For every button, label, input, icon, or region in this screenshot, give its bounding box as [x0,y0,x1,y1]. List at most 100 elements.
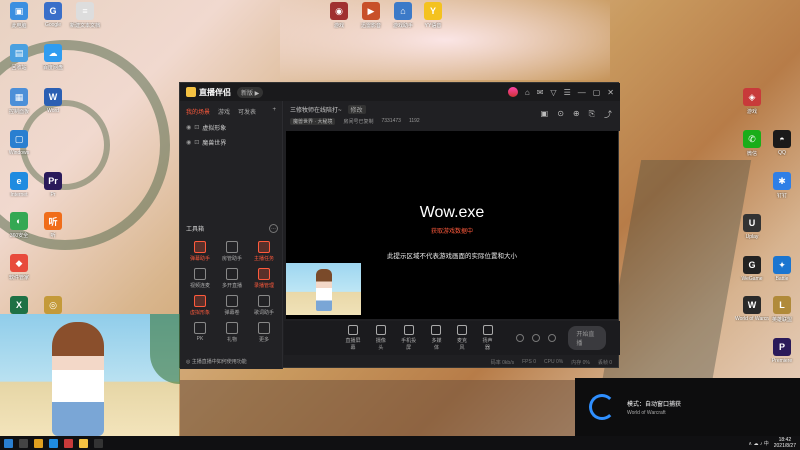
desktop-icon-d28[interactable]: L 英雄联盟 [765,296,799,323]
desktop-icon-d4[interactable]: ▤ 回收站 [2,44,36,71]
game-icon[interactable] [94,438,103,448]
eye-icon[interactable]: ◉ [186,139,191,146]
desktop-icon-d9[interactable]: e Internet [2,172,36,198]
tool-item[interactable]: 更多 [248,322,280,343]
desktop-icon-d7[interactable]: W Word [36,88,70,114]
desktop-icon-d12[interactable]: 听听 [36,212,70,239]
record-icon[interactable] [516,334,525,342]
tool-item[interactable]: 弹幕助手 [184,241,216,262]
tab-game[interactable]: 游戏 [218,107,230,116]
tool-item[interactable]: 歌词助手 [248,295,280,316]
streaming-app-taskbar-icon[interactable] [79,438,88,448]
camera-button[interactable]: 摄像头 [374,325,388,351]
desktop-icon-d2[interactable]: G Google [36,2,70,28]
tool-icon [226,295,238,307]
search-icon[interactable] [19,438,28,448]
bell-icon[interactable]: ⎘ [589,109,595,120]
lock-icon[interactable]: ⊡ [194,139,199,146]
tool-item[interactable]: PK [184,322,216,343]
gift-icon[interactable]: ▣ [541,109,549,120]
start-live-button[interactable]: 开始直播 [568,326,606,350]
more-tools-button[interactable]: … [269,224,278,233]
mute-icon[interactable] [532,334,541,342]
media-button[interactable]: 多媒体 [430,325,444,351]
add-scene-button[interactable]: + [272,107,276,116]
help-link[interactable]: ◎ 主播直播中如何使用功能 [186,358,247,365]
app-shortcut-icon: ▶ [362,2,380,20]
version-badge[interactable]: 新版 ▶ [237,86,264,98]
desktop-icon-d21[interactable]: ◓ QQ [765,130,799,156]
desktop-icon-d20[interactable]: ◈ 游戏 [735,88,769,115]
desktop-icon-d29[interactable]: P Premiere [765,338,799,364]
settings-icon[interactable]: ⊕ [573,109,580,120]
streaming-app-window: 直播伴侣 新版 ▶ ⌂ ✉ ▽ ☰ — ▢ ✕ 我的场景 游戏 可发表 + ◉ … [179,82,620,369]
app-logo: 直播伴侣 [186,87,231,98]
tray-icons[interactable]: ∧ ☁ ♪ 中 [748,440,768,447]
tool-item[interactable]: 房管助手 [216,241,248,262]
app-shortcut-icon: Pr [44,172,62,190]
maximize-button[interactable]: ▢ [593,88,601,97]
category-selector[interactable]: 魔兽世界 · 大秘境 [290,118,336,125]
speaker-button[interactable]: 扬声器 [481,325,495,351]
microphone-button[interactable]: 麦克风 [455,325,469,351]
tab-publish[interactable]: 可发表 [238,107,256,116]
desktop-icon-d27[interactable]: W World of Warcraft [735,296,769,322]
desktop-icon-label: 控制面板 [8,109,29,115]
avatar[interactable] [507,87,518,97]
desktop-icon-d22[interactable]: ✆ 微信 [735,130,769,157]
gear-icon[interactable] [548,334,557,342]
desktop-icon-d11[interactable]: ◐ 360安全 [2,212,36,239]
desktop-icon-d6[interactable]: ▦ 控制面板 [2,88,36,115]
tool-item[interactable]: 多开直播 [216,268,248,289]
lock-icon[interactable]: ⊡ [194,124,199,131]
tool-item[interactable]: 弹幕卷 [216,295,248,316]
tool-item[interactable]: 主播任务 [248,241,280,262]
desktop-icon-d3[interactable]: ≡ 新建文本文档 [68,2,102,29]
tab-my-scenes[interactable]: 我的场景 [186,107,210,116]
minimize-button[interactable]: — [578,88,586,97]
desktop-icon-d1[interactable]: ▣ 此电脑 [2,2,36,29]
tool-item[interactable]: 录播管理 [248,268,280,289]
eye-icon[interactable]: ◉ [186,124,191,131]
desktop-icon-d25[interactable]: ✦ Battle [765,256,799,282]
lock-icon[interactable]: ⊙ [557,109,564,120]
app-icon[interactable] [64,438,73,448]
app-shortcut-icon: ✦ [773,256,791,274]
game-capture-toast[interactable]: 模式：自动窗口捕获 World of Warcraft [575,378,800,436]
desktop-icon-d18[interactable]: ⌂ 游戏助手 [386,2,420,29]
desktop-icon-d13[interactable]: ◆ 软件管家 [2,254,36,281]
toast-mode: 模式：自动窗口捕获 [627,401,682,408]
start-icon[interactable] [4,438,13,448]
desktop-icon-d8[interactable]: ▢ Windows [2,130,36,156]
camera-overlay[interactable] [286,263,361,315]
desktop-icon-d5[interactable]: ☁ 百度网盘 [36,44,70,71]
skin-icon[interactable]: ▽ [550,88,556,97]
edit-title-button[interactable]: 修改 [347,105,366,114]
clock[interactable]: 18:42 2021/8/27 [774,437,796,449]
tool-item[interactable]: 虚拟形象 [184,295,216,316]
close-button[interactable]: ✕ [607,88,614,97]
screen-capture-button[interactable]: 直播屏幕 [344,325,362,351]
desktop-icon-d10[interactable]: Pr Pr [36,172,70,198]
tool-item[interactable]: 礼物 [216,322,248,343]
control-icon [456,325,467,335]
desktop-icon-d26[interactable]: G WeGame [735,256,769,282]
browser-icon[interactable] [49,438,58,448]
home-icon[interactable]: ⌂ [525,88,530,97]
scene-item-wow[interactable]: ◉ ⊡ 魔兽世界 [180,135,282,150]
scene-item-avatar[interactable]: ◉ ⊡ 虚拟形象 [180,120,282,135]
share-icon[interactable]: ⤴ [604,109,612,120]
desktop-icon-d19[interactable]: Y YY语音 [416,2,450,29]
preview-area[interactable]: Wow.exe 获取游戏数据中 此提示区域不代表游戏画面的实际位置和大小 [286,131,618,319]
mail-icon[interactable]: ✉ [537,88,544,97]
menu-icon[interactable]: ☰ [564,88,571,97]
folder-icon[interactable] [34,438,43,448]
desktop-icon-d24[interactable]: U Uplay [735,214,769,240]
desktop-icon-d23[interactable]: ✱ 钉钉 [765,172,799,199]
stream-tools: ▣ ⊙ ⊕ ⎘ ⤴ [541,109,612,120]
tool-item[interactable]: 视频连麦 [184,268,216,289]
desktop-icon-d17[interactable]: ▶ 迅雷影音 [354,2,388,29]
desktop-icon-d16[interactable]: ◉ 游戏 [322,2,356,29]
desktop-icon-label: Word [47,108,59,114]
phone-cast-button[interactable]: 手机投屏 [400,325,418,351]
